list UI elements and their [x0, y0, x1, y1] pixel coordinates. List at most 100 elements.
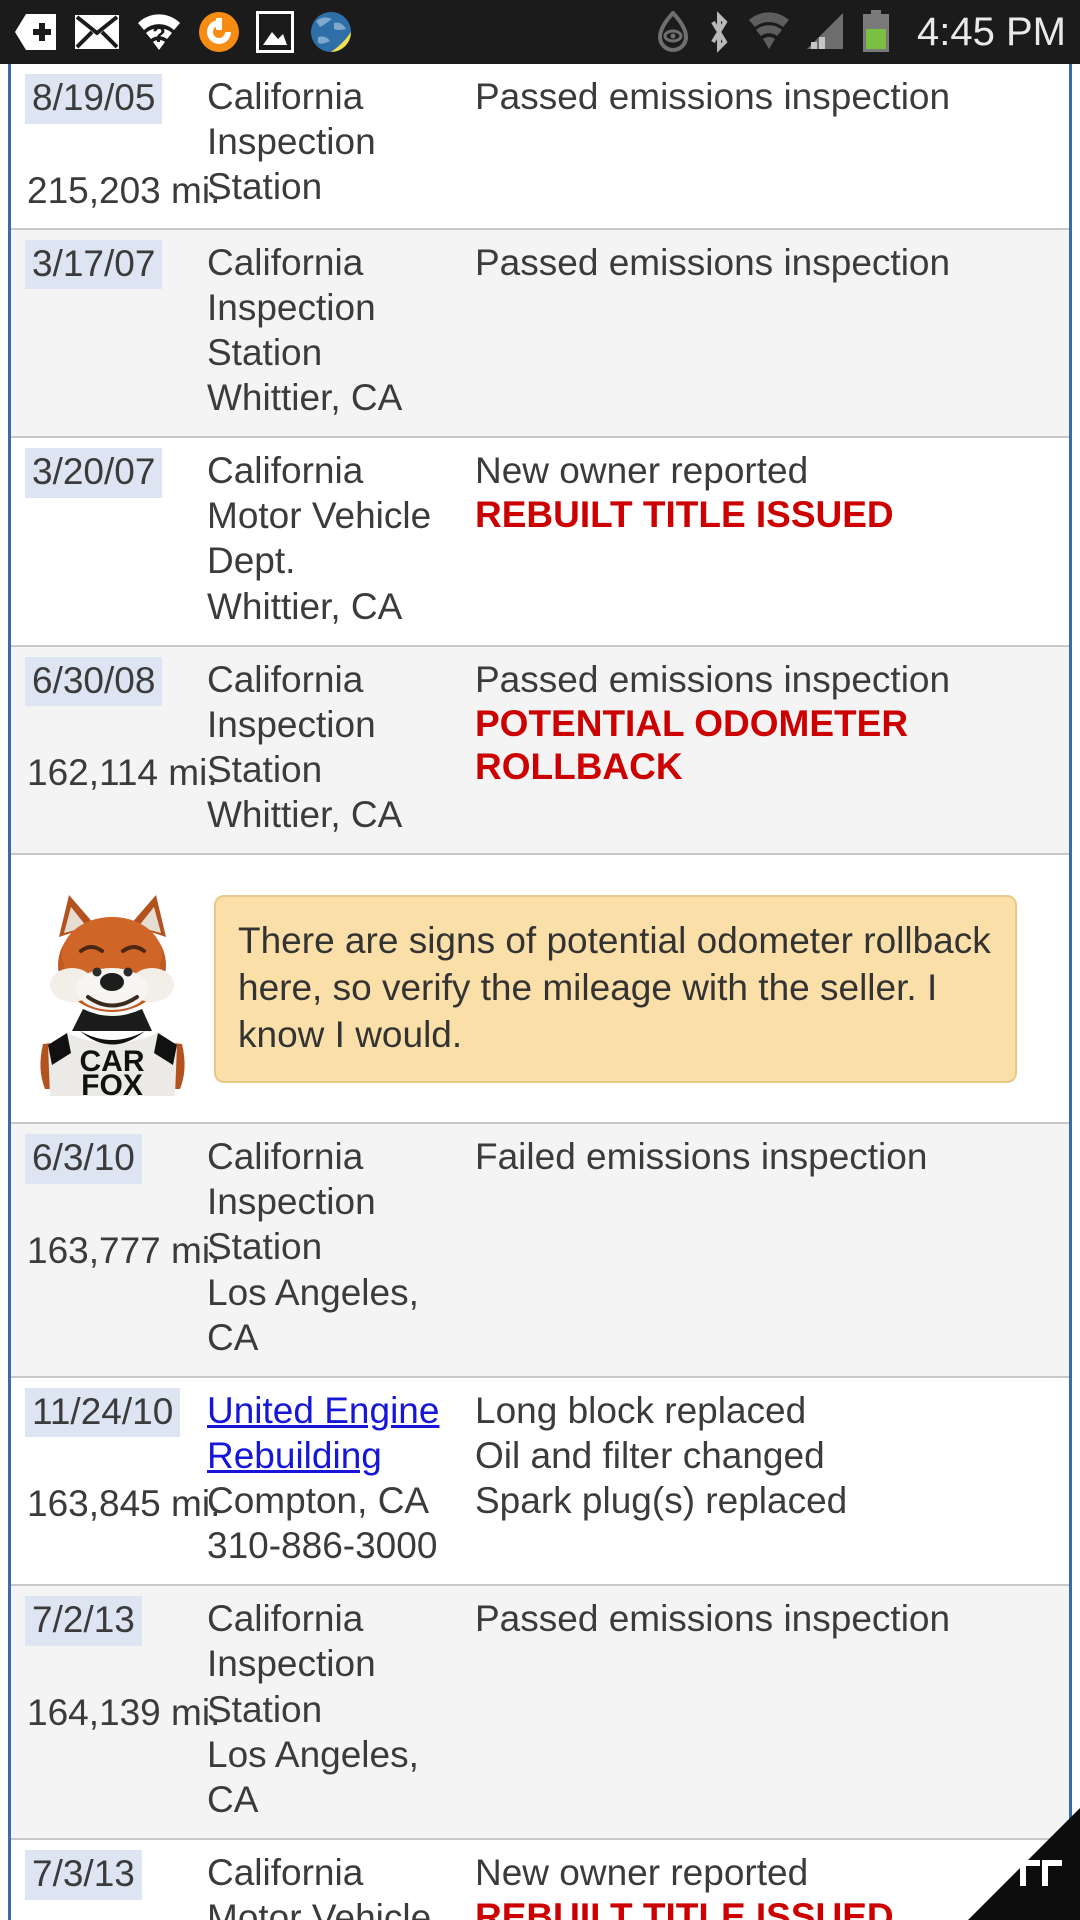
detail-line: Passed emissions inspection: [475, 241, 951, 283]
source-line: California: [207, 450, 364, 492]
row-detail-cell: Passed emissions inspection POTENTIAL OD…: [475, 657, 1069, 789]
row-source-cell: California Inspection Station Los Angele…: [207, 1596, 475, 1822]
table-row[interactable]: 3/20/07 California Motor Vehicle Dept. W…: [11, 438, 1069, 647]
source-line: California: [207, 1136, 364, 1178]
carfox-advice-bubble: There are signs of potential odometer ro…: [214, 894, 1017, 1083]
row-date-cell: 11/24/10 163,845 mi.: [11, 1387, 221, 1526]
odometer-reading: 164,139 mi.: [27, 1691, 221, 1733]
row-source-cell: California Motor Vehicle Dept. Whittier,…: [207, 448, 475, 629]
date-badge: 7/3/13: [25, 1849, 142, 1900]
date-badge: 3/20/07: [25, 448, 163, 498]
status-bar-clock: 4:45 PM: [917, 9, 1066, 54]
detail-line: Oil and filter changed: [475, 1434, 825, 1476]
date-badge: 11/24/10: [25, 1387, 181, 1438]
ota-update-icon: [199, 12, 239, 52]
source-line: Whittier, CA: [207, 794, 403, 836]
table-row[interactable]: 7/2/13 164,139 mi. California Inspection…: [11, 1586, 1069, 1840]
odometer-alert-text: POTENTIAL ODOMETER ROLLBACK: [475, 702, 909, 788]
source-line: Inspection Station: [207, 286, 376, 373]
date-badge: 6/30/08: [25, 656, 163, 707]
service-shop-link[interactable]: United Engine Rebuilding: [207, 1390, 439, 1476]
carfox-mascot: CAR FOX: [25, 881, 200, 1102]
add-tag-icon: [15, 14, 56, 50]
email-icon: [75, 15, 119, 49]
odometer-reading: 163,777 mi.: [27, 1229, 221, 1271]
row-date-cell: 7/2/13 164,139 mi.: [11, 1596, 221, 1734]
source-line: California: [207, 1851, 364, 1893]
carfox-advice-row: CAR FOX There are signs of potential odo…: [11, 855, 1069, 1125]
odometer-reading: 215,203 mi.: [27, 169, 221, 211]
source-line: California: [207, 1598, 364, 1640]
row-detail-cell: Passed emissions inspection: [475, 1596, 1069, 1641]
row-date-cell: 6/30/08 162,114 mi.: [11, 656, 218, 795]
row-date-cell: 7/3/13: [11, 1849, 207, 1900]
source-line: Inspection Station: [207, 1181, 376, 1268]
resize-corner-icon: [1020, 1860, 1062, 1886]
table-row[interactable]: 6/3/10 163,777 mi. California Inspection…: [11, 1124, 1069, 1378]
carfox-shirt-line2: FOX: [81, 1069, 143, 1096]
row-detail-cell: Passed emissions inspection: [475, 240, 1069, 285]
title-alert-text: REBUILT TITLE ISSUED: [475, 494, 894, 536]
row-source-cell: California Motor Vehicle Dept. Compton, …: [207, 1850, 475, 1920]
battery-icon: [863, 10, 890, 52]
source-line: Los Angeles, CA: [207, 1271, 419, 1358]
row-source-cell: United Engine Rebuilding Compton, CA 310…: [207, 1388, 475, 1569]
detail-line: Passed emissions inspection: [475, 76, 951, 117]
row-date-cell: 3/17/07: [11, 239, 207, 290]
wifi-question-icon: ?: [138, 14, 180, 50]
table-row[interactable]: 8/19/05 215,203 mi. California Inspectio…: [11, 64, 1069, 230]
detail-line: Failed emissions inspection: [475, 1136, 928, 1178]
source-line: Dept.: [207, 540, 296, 582]
source-line: Compton, CA: [207, 1480, 430, 1522]
vehicle-history-table: 8/19/05 215,203 mi. California Inspectio…: [8, 64, 1072, 1920]
date-badge: 3/17/07: [25, 239, 163, 290]
odometer-reading: 162,114 mi.: [27, 752, 218, 794]
row-detail-cell: Passed emissions inspection: [475, 74, 1069, 119]
source-line: California: [207, 76, 364, 117]
detail-line: Passed emissions inspection: [475, 658, 951, 700]
globe-browser-icon: [311, 12, 351, 52]
source-line: Whittier, CA: [207, 377, 403, 419]
row-detail-cell: Failed emissions inspection: [475, 1134, 1069, 1179]
source-line: Motor Vehicle: [207, 1897, 432, 1920]
date-badge: 8/19/05: [25, 74, 163, 124]
row-date-cell: 8/19/05 215,203 mi.: [11, 74, 221, 212]
table-row[interactable]: 7/3/13 California Motor Vehicle Dept. Co…: [11, 1839, 1069, 1920]
source-line: Los Angeles, CA: [207, 1733, 419, 1820]
svg-text:?: ?: [152, 22, 165, 47]
odometer-reading: 163,845 mi.: [27, 1483, 221, 1525]
source-line: Inspection Station: [207, 121, 376, 208]
source-line: Inspection Station: [207, 1643, 376, 1730]
source-line: Whittier, CA: [207, 585, 403, 627]
wifi-icon: [749, 12, 790, 49]
detail-line: Long block replaced: [475, 1389, 807, 1431]
row-date-cell: 6/3/10 163,777 mi.: [11, 1134, 221, 1272]
date-badge: 7/2/13: [25, 1596, 142, 1646]
bluetooth-icon: [711, 11, 728, 53]
row-source-cell: California Inspection Station Whittier, …: [207, 657, 475, 838]
status-bar-right-icons: 4:45 PM: [655, 10, 1066, 55]
row-source-cell: California Inspection Station Whittier, …: [207, 240, 475, 421]
source-line: Motor Vehicle: [207, 495, 432, 537]
page-root: ? 4:45 PM 8/19/05 215,203 mi. California…: [0, 0, 1080, 1920]
source-line: California: [207, 241, 364, 283]
source-line: 310-886-3000: [207, 1525, 438, 1567]
table-row[interactable]: 3/17/07 California Inspection Station Wh…: [11, 229, 1069, 439]
android-status-bar: ? 4:45 PM: [0, 0, 1080, 64]
status-bar-left-icons: ?: [14, 11, 352, 53]
row-detail-cell: New owner reported REBUILT TITLE ISSUED: [475, 448, 1069, 537]
screenshot-icon: [256, 11, 294, 53]
detail-line: New owner reported: [475, 450, 809, 492]
date-badge: 6/3/10: [25, 1134, 142, 1184]
source-line: Inspection Station: [207, 703, 376, 790]
row-date-cell: 3/20/07: [11, 448, 207, 498]
row-source-cell: California Inspection Station Los Angele…: [207, 1134, 475, 1360]
detail-line: Spark plug(s) replaced: [475, 1480, 848, 1522]
table-row[interactable]: 6/30/08 162,114 mi. California Inspectio…: [11, 646, 1069, 856]
eye-care-icon: [658, 11, 689, 52]
detail-line: Passed emissions inspection: [475, 1598, 951, 1640]
floating-corner-button[interactable]: [968, 1808, 1080, 1920]
row-detail-cell: Long block replaced Oil and filter chang…: [475, 1388, 1069, 1523]
table-row[interactable]: 11/24/10 163,845 mi. United Engine Rebui…: [11, 1377, 1069, 1587]
cellular-signal-icon: [807, 13, 844, 49]
